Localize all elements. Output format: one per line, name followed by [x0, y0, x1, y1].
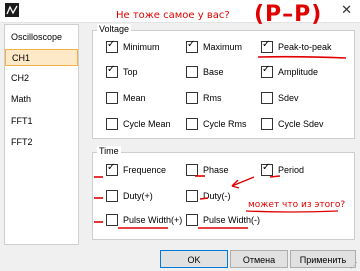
- ok-button[interactable]: OK: [160, 250, 228, 268]
- cancel-button[interactable]: Отмена: [230, 250, 288, 268]
- annotation-marks: [94, 55, 347, 229]
- underline-question-bottom: [245, 210, 339, 213]
- dash-mark: [199, 197, 209, 200]
- underline-peak-to-peak: [257, 55, 347, 59]
- resize-grip-icon[interactable]: ⋰: [350, 261, 359, 270]
- dash-mark: [269, 175, 281, 178]
- apply-button[interactable]: Применить: [290, 250, 356, 268]
- arrow-line: [231, 176, 255, 187]
